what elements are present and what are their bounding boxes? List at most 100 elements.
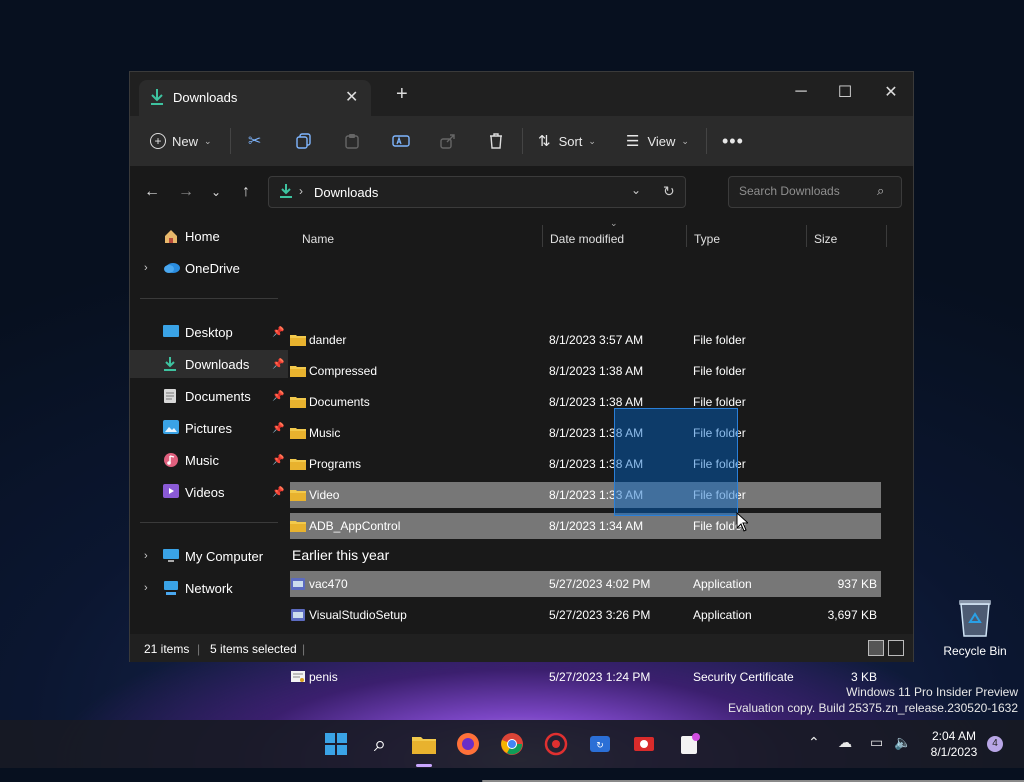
tiles-view-icon[interactable] xyxy=(888,640,904,656)
file-name: VisualStudioSetup xyxy=(309,608,407,622)
close-tab-icon[interactable]: ✕ xyxy=(345,87,358,107)
recycle-bin[interactable]: Recycle Bin xyxy=(940,596,1010,658)
column-divider[interactable] xyxy=(686,225,687,247)
column-header-name[interactable]: Name xyxy=(302,232,334,246)
layout-switcher xyxy=(868,640,904,656)
file-row[interactable]: Music 8/1/2023 1:38 AM File folder xyxy=(290,420,881,446)
chevron-right-icon[interactable]: › xyxy=(144,582,148,594)
chevron-right-icon[interactable]: › xyxy=(144,550,148,562)
column-header-size[interactable]: Size xyxy=(814,232,837,246)
chevron-right-icon[interactable]: › xyxy=(144,262,148,274)
chevron-up-icon[interactable]: ⌃ xyxy=(808,734,820,751)
divider xyxy=(522,128,523,154)
application-icon xyxy=(290,608,306,622)
file-date: 8/1/2023 1:38 AM xyxy=(549,364,644,378)
address-path[interactable]: Downloads xyxy=(314,185,378,200)
search-icon[interactable]: ⌕ xyxy=(366,730,394,758)
cut-icon[interactable]: ✂ xyxy=(248,128,261,154)
column-divider[interactable] xyxy=(806,225,807,247)
file-row[interactable]: Video 8/1/2023 1:33 AM File folder xyxy=(290,482,881,508)
tab-downloads[interactable]: Downloads ✕ xyxy=(139,80,371,116)
sidebar-item-desktop[interactable]: Desktop 📌 xyxy=(130,318,288,346)
more-options-icon[interactable]: ••• xyxy=(722,128,744,154)
details-view-icon[interactable] xyxy=(868,640,884,656)
view-icon: ☰ xyxy=(626,133,640,150)
notification-badge[interactable]: 4 xyxy=(987,736,1003,752)
paste-icon[interactable] xyxy=(344,128,360,154)
search-icon[interactable]: ⌕ xyxy=(877,183,884,199)
chevron-down-icon[interactable]: ⌄ xyxy=(631,183,641,197)
back-button[interactable]: ← xyxy=(140,180,164,204)
file-row[interactable]: dander 8/1/2023 3:57 AM File folder xyxy=(290,327,881,353)
minimize-button[interactable]: ─ xyxy=(778,78,824,106)
search-box[interactable]: ⌕ xyxy=(728,176,902,208)
network-icon[interactable]: ▭ xyxy=(870,734,883,751)
notepad-icon[interactable] xyxy=(676,730,704,758)
file-name: Compressed xyxy=(309,364,378,378)
file-row[interactable]: Documents 8/1/2023 1:38 AM File folder xyxy=(290,389,881,415)
sidebar-item-downloads[interactable]: Downloads 📌 xyxy=(130,350,288,378)
tab-title: Downloads xyxy=(173,90,238,105)
maximize-button[interactable]: ☐ xyxy=(822,78,868,106)
chevron-down-icon: ⌄ xyxy=(681,135,689,146)
clock[interactable]: 2:04 AM 8/1/2023 xyxy=(918,728,990,760)
volume-icon[interactable]: 🔈 xyxy=(894,734,911,751)
title-bar: Downloads ✕ + ─ ☐ ✕ xyxy=(130,72,913,116)
forward-button[interactable]: → xyxy=(174,180,198,204)
delete-icon[interactable] xyxy=(488,128,504,154)
recent-locations-button[interactable]: ⌄ xyxy=(204,180,228,204)
new-button[interactable]: + New ⌄ xyxy=(150,128,212,154)
sidebar-item-onedrive[interactable]: › OneDrive xyxy=(130,254,288,282)
start-icon[interactable] xyxy=(322,730,350,758)
share-icon[interactable] xyxy=(440,128,456,154)
sidebar-item-videos[interactable]: Videos 📌 xyxy=(130,478,288,506)
sidebar-item-my-computer[interactable]: › My Computer xyxy=(130,542,288,570)
sidebar-item-home[interactable]: Home xyxy=(130,222,288,250)
file-row[interactable]: VisualStudioSetup 5/27/2023 3:26 PM Applic… xyxy=(290,602,881,628)
file-size: 937 KB xyxy=(837,577,877,591)
up-button[interactable]: ↑ xyxy=(234,180,258,204)
close-window-button[interactable]: ✕ xyxy=(868,78,914,106)
column-header-type[interactable]: Type xyxy=(694,232,720,246)
view-button[interactable]: ☰ View ⌄ xyxy=(626,128,689,154)
file-row[interactable]: Compressed 8/1/2023 1:38 AM File folder xyxy=(290,358,881,384)
folder-icon xyxy=(290,457,306,471)
folder-icon xyxy=(290,488,306,502)
refresh-icon[interactable]: ↻ xyxy=(663,183,675,200)
chrome-icon[interactable] xyxy=(498,730,526,758)
file-type: File folder xyxy=(693,364,746,378)
pin-icon: 📌 xyxy=(272,454,285,466)
certificate-icon xyxy=(290,670,306,684)
sidebar-item-documents[interactable]: Documents 📌 xyxy=(130,382,288,410)
file-row[interactable]: ADB_AppControl 8/1/2023 1:34 AM File folde… xyxy=(290,513,881,539)
file-explorer-icon[interactable] xyxy=(410,730,438,758)
sidebar-item-label: Music xyxy=(185,452,219,468)
column-divider[interactable] xyxy=(542,225,543,247)
sidebar-item-pictures[interactable]: Pictures 📌 xyxy=(130,414,288,442)
cloud-offline-icon[interactable]: ☁ xyxy=(838,734,852,751)
chevron-right-icon: › xyxy=(299,184,303,198)
firefox-icon[interactable] xyxy=(454,730,482,758)
address-bar[interactable]: › Downloads ⌄ ↻ xyxy=(268,176,686,208)
view-label: View xyxy=(647,133,676,149)
sidebar-item-music[interactable]: Music 📌 xyxy=(130,446,288,474)
group-header[interactable]: Earlier this year xyxy=(292,547,389,563)
file-row[interactable]: vac470 5/27/2023 4:02 PM Application 937 KB xyxy=(290,571,881,597)
file-row[interactable]: penis 5/27/2023 1:24 PM Security Certifica… xyxy=(290,664,881,690)
remote-app-icon[interactable]: ↻ xyxy=(586,730,614,758)
folder-icon xyxy=(290,519,306,533)
column-divider[interactable] xyxy=(886,225,887,247)
sort-button[interactable]: ⇅ Sort ⌄ xyxy=(538,128,596,154)
column-header-date[interactable]: Date modified xyxy=(550,232,624,246)
download-icon xyxy=(149,88,165,111)
rename-icon[interactable] xyxy=(392,128,410,154)
new-tab-button[interactable]: + xyxy=(396,84,408,104)
copy-icon[interactable] xyxy=(296,128,312,154)
file-row[interactable]: Programs 8/1/2023 1:38 AM File folder xyxy=(290,451,881,477)
search-input[interactable] xyxy=(737,183,881,199)
screen-recorder-icon[interactable] xyxy=(630,730,658,758)
recycle-bin-label: Recycle Bin xyxy=(943,644,1007,658)
sidebar-item-network[interactable]: › Network xyxy=(130,574,288,602)
app-icon[interactable] xyxy=(542,730,570,758)
pin-icon: 📌 xyxy=(272,422,285,434)
